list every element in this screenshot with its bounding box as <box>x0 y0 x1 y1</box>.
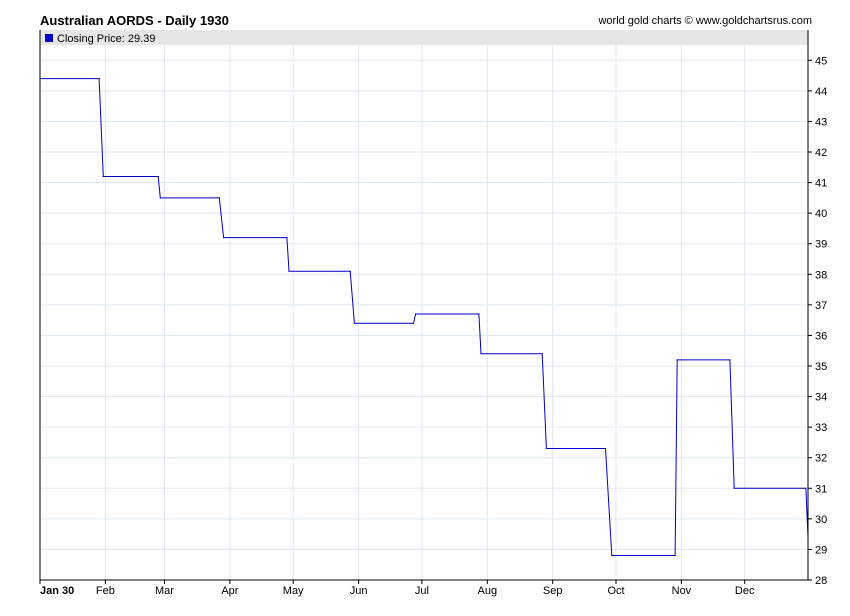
data-point <box>412 322 415 324</box>
data-point <box>545 447 548 450</box>
data-point <box>349 270 351 272</box>
data-point <box>288 270 290 272</box>
x-tick-label: Apr <box>221 585 238 597</box>
x-tick-label: Jun <box>350 585 368 597</box>
data-point <box>102 175 104 178</box>
data-point <box>157 175 159 178</box>
y-tick-label: 38 <box>815 269 827 281</box>
x-tick-label: Mar <box>155 585 174 597</box>
x-tick-label: Feb <box>96 585 115 597</box>
data-point <box>159 197 161 199</box>
data-point <box>286 237 288 239</box>
y-tick-label: 45 <box>815 55 827 67</box>
x-tick-label: Nov <box>672 585 692 597</box>
y-tick-label: 43 <box>815 116 827 128</box>
data-point <box>541 353 543 355</box>
y-tick-label: 34 <box>815 392 827 404</box>
y-tick-label: 30 <box>815 514 827 526</box>
x-tick-label: May <box>283 585 304 597</box>
x-tick-label: Jul <box>415 585 429 597</box>
y-tick-label: 29 <box>815 544 827 556</box>
data-point <box>805 487 807 489</box>
x-tick-label: Dec <box>735 585 755 597</box>
x-tick-label: Sep <box>543 585 563 597</box>
y-tick-label: 33 <box>815 422 827 434</box>
legend-swatch <box>45 34 53 42</box>
y-tick-label: 36 <box>815 330 827 342</box>
y-tick-label: 35 <box>815 361 827 373</box>
x-tick-label: Jan 30 <box>40 585 74 597</box>
data-point <box>478 313 480 315</box>
y-axis-ticks: 28 29 30 31 32 33 34 35 36 37 38 39 40 41 42 43 44 45 <box>808 55 827 587</box>
data-point <box>676 359 678 361</box>
y-tick-label: 28 <box>815 575 827 587</box>
data-point <box>353 322 355 324</box>
data-point <box>480 353 482 355</box>
data-point <box>98 78 100 80</box>
legend-label: Closing Price: 29.39 <box>57 33 155 45</box>
data-point <box>604 447 607 450</box>
y-tick-label: 32 <box>815 453 827 465</box>
data-point <box>611 554 613 557</box>
y-tick-label: 41 <box>815 178 827 190</box>
y-tick-label: 42 <box>815 147 827 159</box>
y-tick-label: 37 <box>815 300 827 312</box>
price-chart: Closing Price: 29.39 28 29 30 31 32 33 34 35 36 3… <box>39 30 827 597</box>
x-tick-label: Aug <box>478 585 498 597</box>
data-point <box>415 313 417 315</box>
x-axis-ticks: Jan 30 Feb Mar Apr May Jun Jul Aug Sep Oct Nov Dec <box>39 580 755 597</box>
data-point <box>733 487 735 489</box>
y-tick-label: 44 <box>815 86 827 98</box>
x-tick-label: Oct <box>607 585 624 597</box>
data-point <box>218 197 220 199</box>
data-point <box>223 237 225 239</box>
y-tick-label: 40 <box>815 208 827 220</box>
data-point <box>674 554 676 557</box>
y-tick-label: 31 <box>815 483 827 495</box>
y-tick-label: 39 <box>815 239 827 251</box>
data-point <box>729 359 731 361</box>
